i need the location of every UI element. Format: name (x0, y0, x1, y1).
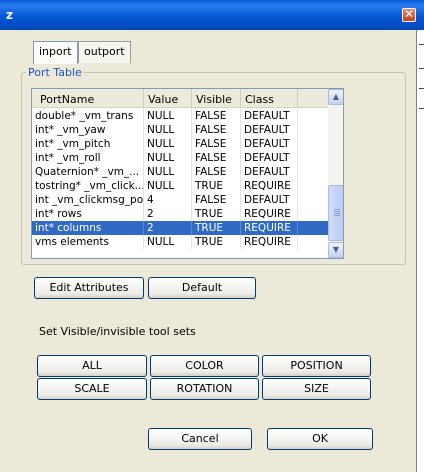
value-cell: NULL (144, 165, 192, 179)
rotation-button[interactable]: ROTATION (150, 378, 259, 400)
ok-button[interactable]: OK (267, 428, 373, 450)
visible-cell: FALSE (192, 151, 241, 165)
scroll-up-icon[interactable]: ▲ (328, 89, 343, 105)
table-row[interactable]: tostring* _vm_click... NULL TRUE REQUIRE (32, 179, 328, 193)
color-button[interactable]: COLOR (150, 355, 259, 377)
table-row[interactable]: int* _vm_pitch NULL FALSE DEFAULT (32, 137, 328, 151)
scroll-down-icon[interactable]: ▼ (328, 242, 343, 258)
table-row-selected[interactable]: int* columns 2 TRUE REQUIRE (32, 221, 328, 235)
class-cell: DEFAULT (241, 193, 298, 207)
value-cell: 2 (144, 221, 192, 235)
visible-cell: TRUE (192, 221, 241, 235)
edit-attributes-button[interactable]: Edit Attributes (34, 277, 144, 299)
port-table-label: Port Table (26, 66, 84, 79)
portname-cell: tostring* _vm_click... (32, 179, 144, 193)
column-header-portname[interactable]: PortName (32, 89, 144, 108)
portname-cell: int* rows (32, 207, 144, 221)
value-cell: NULL (144, 179, 192, 193)
visible-cell: FALSE (192, 165, 241, 179)
class-cell: DEFAULT (241, 109, 298, 123)
vertical-scrollbar[interactable]: ▲ ▼ (328, 89, 343, 258)
portname-cell: double* _vm_trans (32, 109, 144, 123)
table-row[interactable]: double* _vm_trans NULL FALSE DEFAULT (32, 109, 328, 123)
class-cell: DEFAULT (241, 151, 298, 165)
table-header: PortName Value Visible Class (32, 89, 328, 108)
class-cell: DEFAULT (241, 123, 298, 137)
value-cell: NULL (144, 151, 192, 165)
class-cell: REQUIRE (241, 179, 298, 193)
table-row[interactable]: vms elements NULL TRUE REQUIRE (32, 235, 328, 249)
visible-cell: FALSE (192, 137, 241, 151)
value-cell: NULL (144, 137, 192, 151)
column-header-class[interactable]: Class (241, 89, 298, 108)
tab-inport[interactable]: inport (33, 41, 78, 64)
class-cell: REQUIRE (241, 221, 298, 235)
table-row[interactable]: int* rows 2 TRUE REQUIRE (32, 207, 328, 221)
visible-cell: TRUE (192, 179, 241, 193)
background-window-edge (416, 30, 424, 472)
table-row[interactable]: int* _vm_yaw NULL FALSE DEFAULT (32, 123, 328, 137)
scrollbar-thumb[interactable] (328, 185, 343, 241)
value-cell: NULL (144, 123, 192, 137)
portname-cell: Quaternion* _vm_... (32, 165, 144, 179)
table-row[interactable]: int _vm_clickmsg_pos 4 FALSE DEFAULT (32, 193, 328, 207)
close-icon[interactable]: ✕ (402, 8, 416, 22)
tool-sets-caption: Set Visible/invisible tool sets (39, 325, 196, 338)
class-cell: REQUIRE (241, 207, 298, 221)
class-cell: REQUIRE (241, 235, 298, 249)
size-button[interactable]: SIZE (262, 378, 371, 400)
position-button[interactable]: POSITION (262, 355, 371, 377)
table-row[interactable]: int* _vm_roll NULL FALSE DEFAULT (32, 151, 328, 165)
class-cell: DEFAULT (241, 165, 298, 179)
value-cell: 4 (144, 193, 192, 207)
visible-cell: TRUE (192, 207, 241, 221)
visible-cell: FALSE (192, 109, 241, 123)
port-table: PortName Value Visible Class double* _vm… (31, 88, 344, 259)
window-title: z (6, 8, 13, 22)
table-body: double* _vm_trans NULL FALSE DEFAULT int… (32, 109, 328, 249)
column-header-visible[interactable]: Visible (192, 89, 241, 108)
portname-cell: vms elements (32, 235, 144, 249)
tab-outport[interactable]: outport (78, 41, 131, 63)
visible-cell: FALSE (192, 123, 241, 137)
value-cell: 2 (144, 207, 192, 221)
portname-cell: int* _vm_roll (32, 151, 144, 165)
portname-cell: int* _vm_pitch (32, 137, 144, 151)
portname-cell: int _vm_clickmsg_pos (32, 193, 144, 207)
class-cell: DEFAULT (241, 137, 298, 151)
title-bar[interactable]: z ✕ (0, 0, 424, 30)
visible-cell: FALSE (192, 193, 241, 207)
table-row[interactable]: Quaternion* _vm_... NULL FALSE DEFAULT (32, 165, 328, 179)
scale-button[interactable]: SCALE (37, 378, 147, 400)
value-cell: NULL (144, 109, 192, 123)
value-cell: NULL (144, 235, 192, 249)
column-header-value[interactable]: Value (144, 89, 192, 108)
portname-cell: int* _vm_yaw (32, 123, 144, 137)
cancel-button[interactable]: Cancel (148, 428, 252, 450)
all-button[interactable]: ALL (37, 355, 147, 377)
visible-cell: TRUE (192, 235, 241, 249)
default-button[interactable]: Default (148, 277, 256, 299)
portname-cell: int* columns (32, 221, 144, 235)
